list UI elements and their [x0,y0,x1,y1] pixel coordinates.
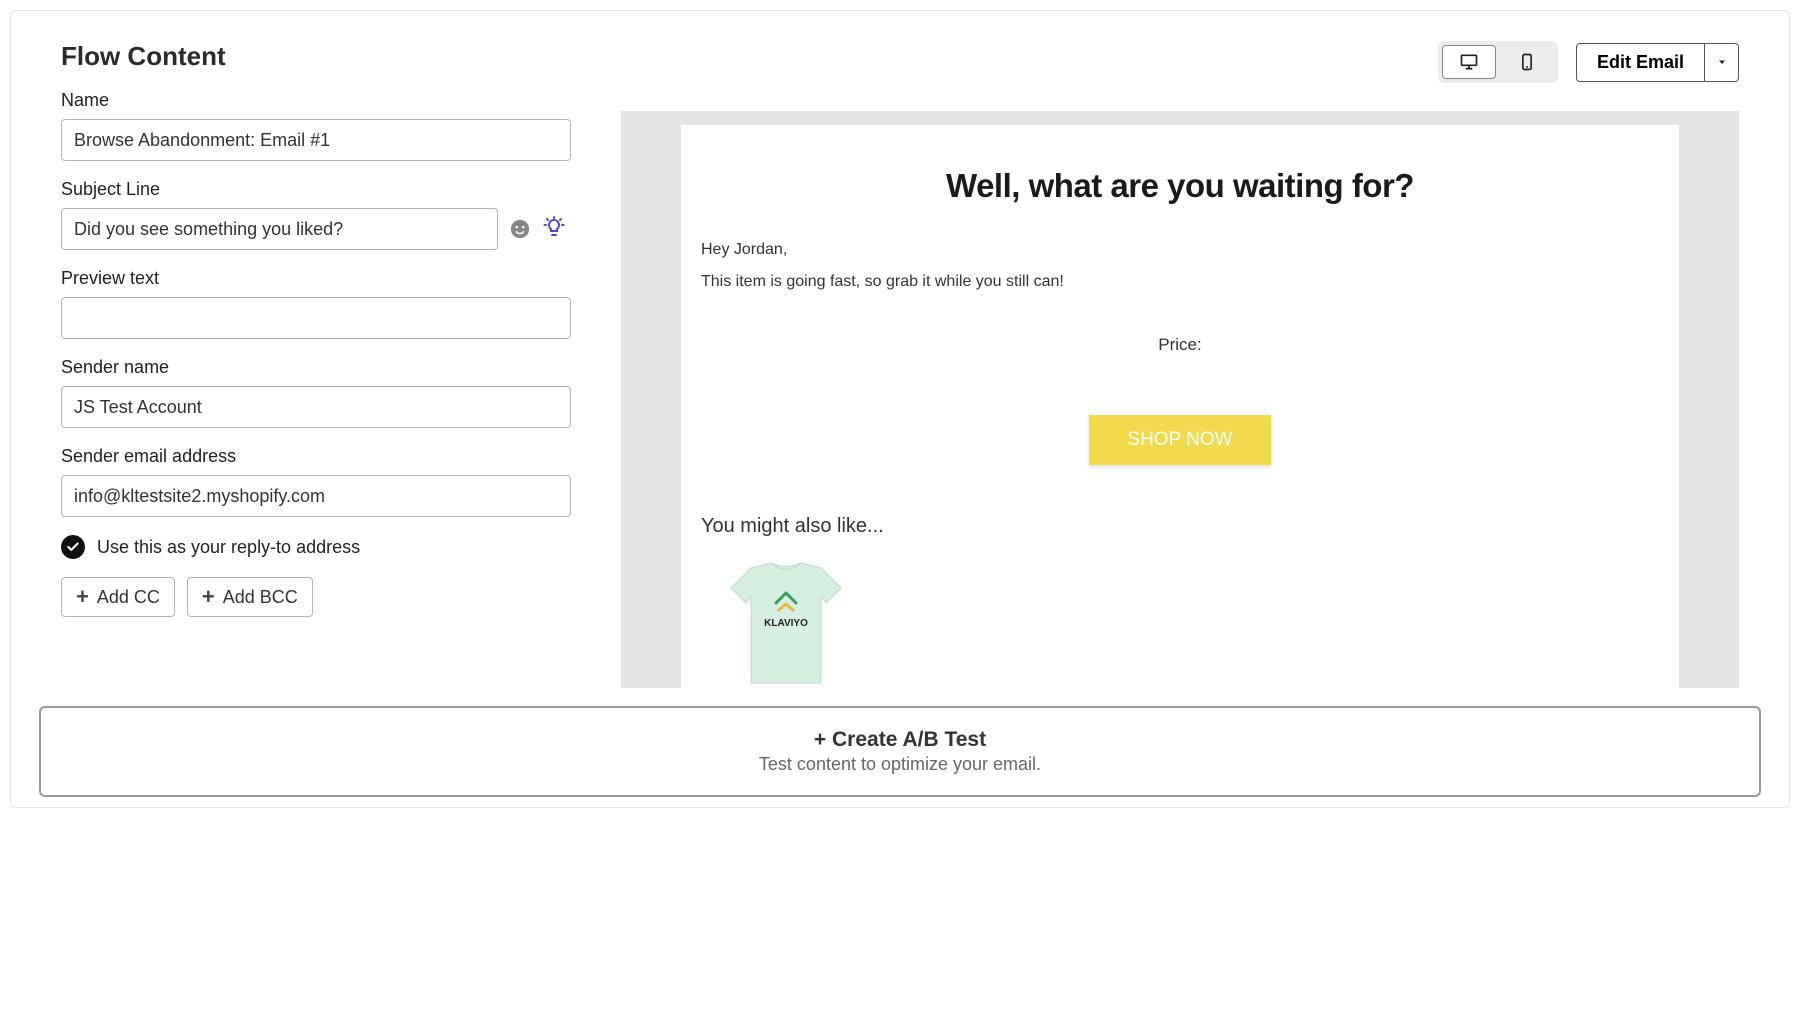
name-label: Name [61,90,571,111]
email-greeting: Hey Jordan, [701,241,1659,259]
plus-icon: + [76,586,89,608]
edit-email-button[interactable]: Edit Email [1576,43,1705,82]
reply-to-row[interactable]: Use this as your reply-to address [61,535,571,559]
reply-to-checkbox[interactable] [61,535,85,559]
subject-input[interactable] [61,208,498,250]
device-toggle [1438,41,1558,83]
svg-text:KLAVIYO: KLAVIYO [764,618,808,629]
emoji-icon[interactable] [508,217,532,241]
product-thumbnail: KLAVIYO [701,558,871,688]
name-input[interactable] [61,119,571,161]
add-cc-button[interactable]: + Add CC [61,577,175,617]
ab-test-title: + Create A/B Test [61,728,1739,752]
desktop-view-button[interactable] [1442,45,1496,79]
email-preview-frame: Well, what are you waiting for? Hey Jord… [621,111,1739,688]
preview-toolbar: Edit Email [621,41,1739,83]
add-cc-label: Add CC [97,587,160,608]
suggestion-icon[interactable] [542,217,566,241]
subject-label: Subject Line [61,179,571,200]
sender-name-label: Sender name [61,357,571,378]
field-preview-text: Preview text [61,268,571,339]
sender-email-input[interactable] [61,475,571,517]
add-bcc-label: Add BCC [223,587,298,608]
edit-email-dropdown[interactable] [1705,43,1739,82]
mobile-view-button[interactable] [1500,45,1554,79]
ab-test-subtitle: Test content to optimize your email. [61,754,1739,775]
flow-content-panel: Flow Content Name Subject Line [10,10,1790,808]
email-price-label: Price: [701,335,1659,355]
field-subject: Subject Line [61,179,571,250]
add-bcc-button[interactable]: + Add BCC [187,577,313,617]
email-headline: Well, what are you waiting for? [701,167,1659,205]
field-name: Name [61,90,571,161]
email-body-text: This item is going fast, so grab it whil… [701,273,1659,291]
sender-email-label: Sender email address [61,446,571,467]
preview-text-label: Preview text [61,268,571,289]
field-sender-email: Sender email address [61,446,571,517]
sender-name-input[interactable] [61,386,571,428]
field-sender-name: Sender name [61,357,571,428]
page-title: Flow Content [61,41,571,72]
reply-to-label: Use this as your reply-to address [97,537,360,558]
also-like-heading: You might also like... [701,515,1659,538]
shop-now-button[interactable]: SHOP NOW [1089,415,1271,465]
plus-icon: + [202,586,215,608]
email-preview-body: Well, what are you waiting for? Hey Jord… [681,125,1679,688]
ab-test-section: + Create A/B Test Test content to optimi… [39,706,1761,797]
form-column: Flow Content Name Subject Line [61,41,571,688]
create-ab-test-button[interactable]: + Create A/B Test Test content to optimi… [39,706,1761,797]
preview-text-input[interactable] [61,297,571,339]
preview-column: Edit Email Well, what are you waiting fo… [621,41,1739,688]
